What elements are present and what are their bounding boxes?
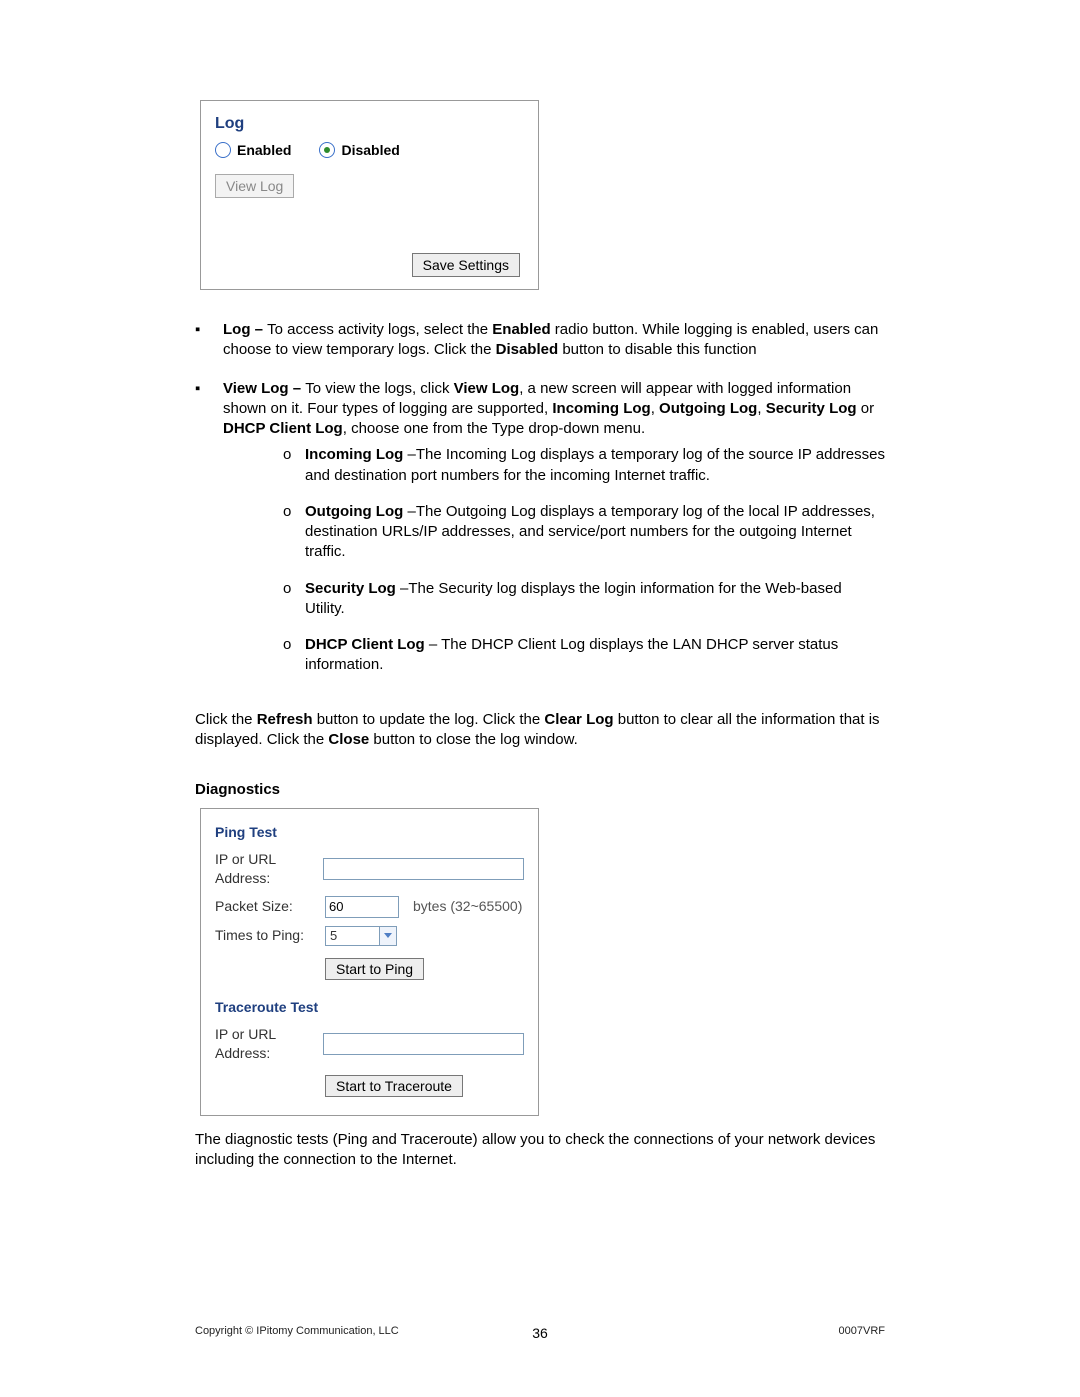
t: Incoming Log <box>305 446 403 463</box>
t: or <box>857 400 875 417</box>
traceroute-ip-input[interactable] <box>323 1033 524 1055</box>
traceroute-title: Traceroute Test <box>215 998 524 1017</box>
t: button to disable this function <box>558 341 756 358</box>
list-item: o Outgoing Log –The Outgoing Log display… <box>283 502 885 563</box>
view-log-button[interactable]: View Log <box>215 174 294 198</box>
t: To access activity logs, select the <box>267 321 492 338</box>
page-number: 36 <box>195 1325 885 1341</box>
paragraph: Click the Refresh button to update the l… <box>195 710 885 751</box>
list-item: o Security Log –The Security log display… <box>283 579 885 620</box>
t: Security Log <box>305 580 396 597</box>
t: Close <box>328 731 369 748</box>
t: , <box>651 400 659 417</box>
t: Refresh <box>257 711 313 728</box>
page-footer: Copyright © IPitomy Communication, LLC 3… <box>195 1325 885 1337</box>
chevron-down-icon <box>379 927 396 945</box>
bullet-icon: ▪ <box>195 320 223 361</box>
t: button to close the log window. <box>369 731 577 748</box>
bullet-icon: ▪ <box>195 379 223 692</box>
circle-bullet-icon: o <box>283 635 305 676</box>
radio-disabled-label: Disabled <box>341 142 399 158</box>
times-to-ping-value: 5 <box>330 927 337 945</box>
ping-test-title: Ping Test <box>215 823 524 842</box>
li-log-lead: Log – <box>223 321 267 338</box>
t: , <box>757 400 765 417</box>
t: , choose one from the Type drop-down men… <box>343 420 645 437</box>
t: DHCP Client Log <box>223 420 343 437</box>
t: Click the <box>195 711 257 728</box>
list-item: o DHCP Client Log – The DHCP Client Log … <box>283 635 885 676</box>
circle-bullet-icon: o <box>283 502 305 563</box>
times-to-ping-label: Times to Ping: <box>215 926 325 945</box>
t: Security Log <box>766 400 857 417</box>
list-item: ▪ View Log – To view the logs, click Vie… <box>195 379 885 692</box>
t: button to update the log. Click the <box>313 711 545 728</box>
circle-bullet-icon: o <box>283 579 305 620</box>
radio-off-icon <box>215 142 231 158</box>
content-body: ▪ Log – To access activity logs, select … <box>195 320 885 1170</box>
log-disabled-radio[interactable]: Disabled <box>319 142 399 158</box>
times-to-ping-select[interactable]: 5 <box>325 926 397 946</box>
radio-on-icon <box>319 142 335 158</box>
diagnostics-paragraph: The diagnostic tests (Ping and Tracerout… <box>195 1130 885 1171</box>
t: DHCP Client Log <box>305 636 425 653</box>
t: Enabled <box>492 321 550 338</box>
ping-ip-label: IP or URL Address: <box>215 850 323 888</box>
list-item: ▪ Log – To access activity logs, select … <box>195 320 885 361</box>
t: Clear Log <box>544 711 613 728</box>
diagnostics-panel: Ping Test IP or URL Address: Packet Size… <box>200 808 539 1115</box>
diagnostics-heading: Diagnostics <box>195 780 885 800</box>
log-radio-row: Enabled Disabled <box>215 142 524 158</box>
t: View Log – <box>223 380 305 397</box>
log-enabled-radio[interactable]: Enabled <box>215 142 291 158</box>
t: To view the logs, click <box>305 380 453 397</box>
start-traceroute-button[interactable]: Start to Traceroute <box>325 1075 463 1097</box>
t: Outgoing Log <box>659 400 757 417</box>
radio-enabled-label: Enabled <box>237 142 291 158</box>
packet-size-label: Packet Size: <box>215 897 325 916</box>
circle-bullet-icon: o <box>283 445 305 486</box>
ping-ip-input[interactable] <box>323 858 524 880</box>
save-settings-button[interactable]: Save Settings <box>412 253 520 277</box>
traceroute-ip-label: IP or URL Address: <box>215 1025 323 1063</box>
t: Incoming Log <box>552 400 650 417</box>
log-panel: Log Enabled Disabled View Log Save Setti… <box>200 100 539 290</box>
t: View Log <box>454 380 520 397</box>
list-item: o Incoming Log –The Incoming Log display… <box>283 445 885 486</box>
log-panel-title: Log <box>215 115 524 133</box>
t: Outgoing Log <box>305 503 403 520</box>
packet-size-unit: bytes (32~65500) <box>413 897 522 916</box>
t: Disabled <box>496 341 559 358</box>
packet-size-input[interactable] <box>325 896 399 918</box>
start-ping-button[interactable]: Start to Ping <box>325 958 424 980</box>
